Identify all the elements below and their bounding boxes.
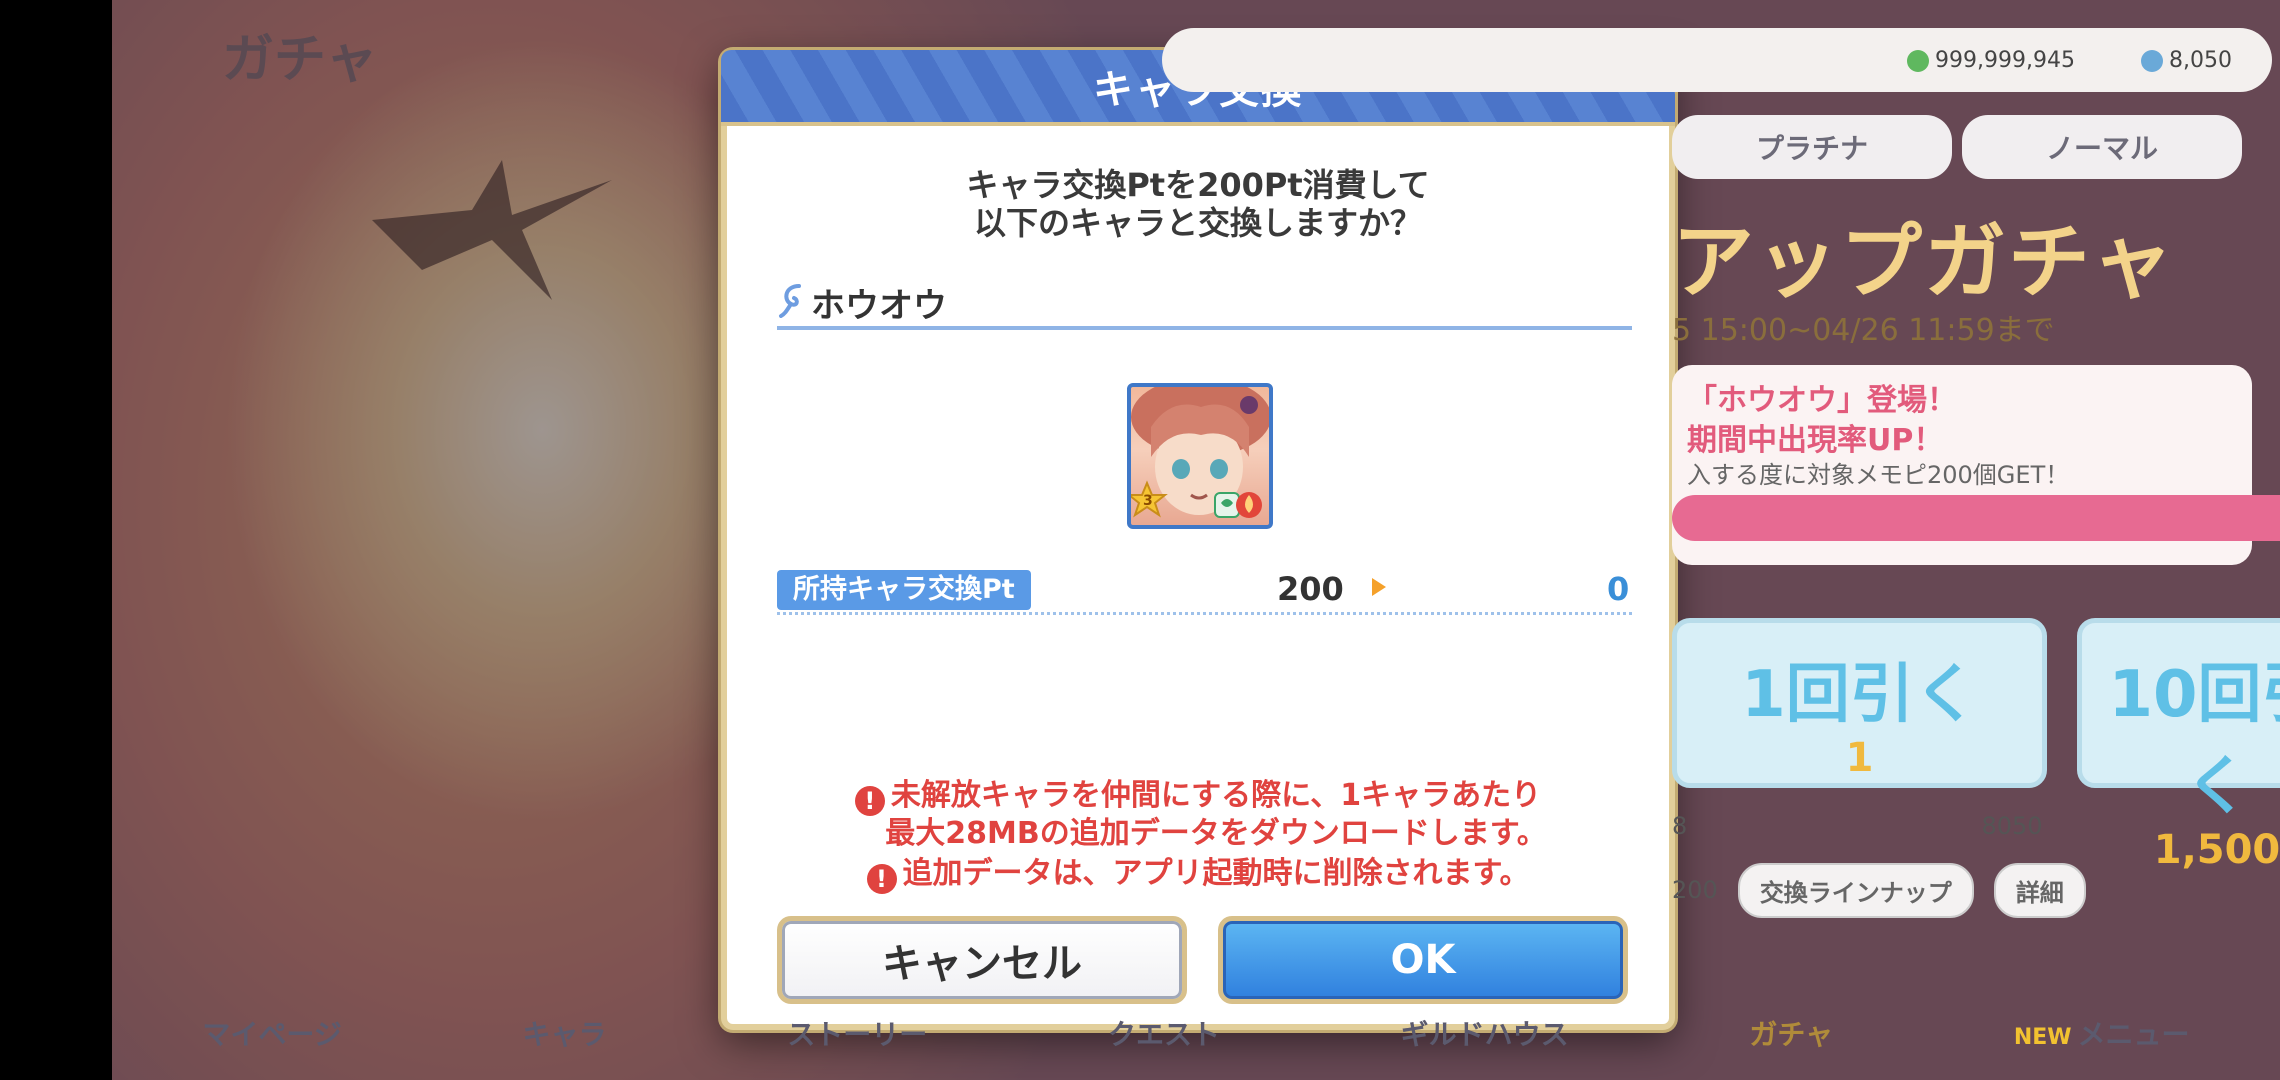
menu-item-menu[interactable]: NEW メニュー bbox=[2014, 1013, 2190, 1053]
menu-item-guildhouse[interactable]: ギルドハウス bbox=[1401, 1013, 1569, 1053]
confirmation-message: キャラ交換Ptを200Pt消費して 以下のキャラと交換しますか？ bbox=[727, 166, 1669, 242]
gem-display: 8,050 bbox=[2135, 48, 2232, 73]
warning-icon: ! bbox=[866, 864, 897, 894]
promo-text: 期間中出現率UP！ bbox=[1687, 423, 1944, 458]
character-exchange-dialog: キャラ交換 キャラ交換Ptを200Pt消費して 以下のキャラと交換しますか？ ホ… bbox=[721, 50, 1675, 1030]
exchange-points: 200 bbox=[1672, 876, 1718, 904]
warning-line: 追加データは、アプリ起動時に削除されます。 bbox=[902, 856, 1530, 891]
gacha-period: 5 15:00~04/26 11:59まで bbox=[1672, 313, 2055, 348]
gem-count: 8050 bbox=[1981, 812, 2043, 840]
svg-text:3: 3 bbox=[1143, 493, 1153, 509]
points-current: 200 bbox=[1277, 570, 1344, 608]
exchange-points-row: 所持キャラ交換Pt 200 0 bbox=[777, 566, 1632, 615]
tab-normal[interactable]: ノーマル bbox=[1962, 115, 2242, 179]
character-name: ホウオウ bbox=[811, 286, 947, 326]
owned-points-label: 所持キャラ交換Pt bbox=[777, 570, 1031, 610]
menu-item-menu-label: メニュー bbox=[2077, 1017, 2190, 1051]
gem-counts-row: 8 8050 0 bbox=[1672, 812, 2280, 840]
bottom-menu: マイページ キャラ ストーリー クエスト ギルドハウス ガチャ NEW メニュー bbox=[112, 985, 2280, 1080]
tab-platinum[interactable]: プラチナ bbox=[1672, 115, 1952, 179]
points-after: 0 bbox=[1607, 570, 1630, 608]
menu-item-story[interactable]: ストーリー bbox=[787, 1013, 927, 1053]
character-name-row: ホウオウ bbox=[777, 278, 1632, 330]
character-portrait: 3 bbox=[1127, 383, 1273, 529]
message-line: 以下のキャラと交換しますか？ bbox=[973, 204, 1422, 242]
gacha-banner-title: アップガチャ bbox=[1672, 215, 2176, 310]
gem-icon bbox=[2141, 49, 2164, 72]
download-warning: ! 未解放キャラを仲間にする際に、1キャラあたり 最大28MBの追加データをダウン… bbox=[727, 778, 1669, 852]
warning-line: ! 未解放キャラを仲間にする際に、1キャラあたり bbox=[727, 778, 1669, 816]
menu-item-quest[interactable]: クエスト bbox=[1108, 1013, 1220, 1053]
menu-item-character[interactable]: キャラ bbox=[523, 1013, 607, 1053]
draw-one-cost: 1 bbox=[1845, 735, 1874, 781]
menu-item-gacha[interactable]: ガチャ bbox=[1749, 1013, 1833, 1053]
promo-text: 入する度に対象メモピ200個GET！ bbox=[1687, 461, 2070, 489]
message-line: キャラ交換Ptを200Pt消費して bbox=[966, 166, 1430, 204]
delete-warning: ! 追加データは、アプリ起動時に削除されます。 bbox=[727, 856, 1669, 894]
arrow-right-icon bbox=[1372, 578, 1386, 596]
character-portrait-art: 3 bbox=[1131, 387, 1269, 518]
gacha-tabs: プラチナ ノーマル bbox=[1672, 115, 2242, 179]
lineup-button[interactable]: 交換ラインナップ bbox=[1737, 862, 1974, 918]
promo-bar bbox=[1672, 495, 2280, 541]
warning-icon: ! bbox=[854, 786, 885, 816]
menu-item-mypage[interactable]: マイページ bbox=[202, 1013, 341, 1053]
currency-bar: 999,999,945 8,050 bbox=[1162, 28, 2272, 92]
draw-one-label: 1回引く bbox=[1741, 658, 1978, 732]
draw-one-button[interactable]: 1回引く 1 bbox=[1672, 618, 2047, 788]
draw-ten-label: 10回引く bbox=[2108, 658, 2280, 824]
draw-ten-button[interactable]: 10回引く 1,500 bbox=[2077, 618, 2280, 873]
screen-title: ガチャ bbox=[222, 30, 378, 90]
gem-count: 8 bbox=[1672, 812, 1688, 840]
coin-display: 999,999,945 bbox=[1901, 48, 2075, 73]
phoenix-silhouette bbox=[372, 160, 612, 300]
new-badge: NEW bbox=[2013, 1024, 2072, 1050]
promo-text: 「ホウオウ」登場！ bbox=[1687, 383, 1957, 418]
details-button[interactable]: 詳細 bbox=[1993, 862, 2086, 918]
coin-icon bbox=[1907, 49, 1930, 72]
exchange-row: 200 交換ラインナップ 詳細 bbox=[1672, 862, 2280, 918]
ornament-icon bbox=[779, 284, 801, 318]
warning-line: 最大28MBの追加データをダウンロードします。 bbox=[885, 816, 1547, 851]
